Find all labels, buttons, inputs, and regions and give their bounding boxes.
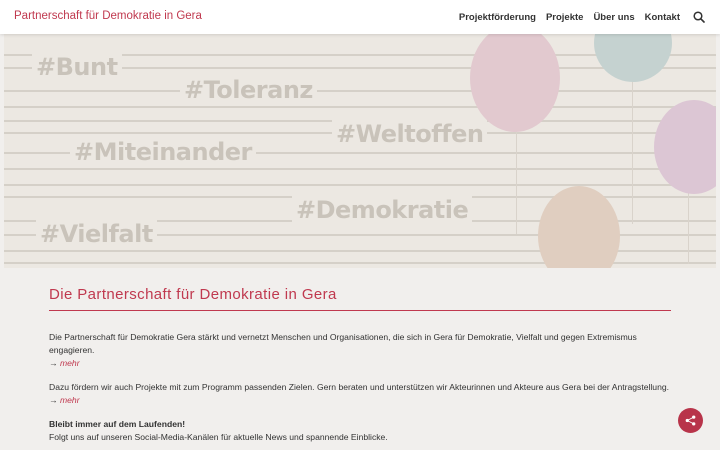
site-brand-link[interactable]: Partnerschaft für Demokratie in Gera bbox=[14, 10, 202, 22]
social-heading: Bleibt immer auf dem Laufenden! bbox=[49, 419, 186, 429]
balloon-peach bbox=[538, 186, 620, 268]
page-title: Die Partnerschaft für Demokratie in Gera bbox=[49, 286, 671, 311]
balloon-pink bbox=[470, 34, 560, 132]
social-text: Folgt uns auf unseren Social-Media-Kanäl… bbox=[49, 432, 388, 442]
intro-paragraph: Die Partnerschaft für Demokratie Gera st… bbox=[49, 331, 671, 370]
hashtag-vielfalt: #Vielfalt bbox=[36, 220, 157, 248]
balloon-teal bbox=[594, 34, 672, 82]
intro-text: Die Partnerschaft für Demokratie Gera st… bbox=[49, 332, 637, 355]
site-header: Partnerschaft für Demokratie in Gera Pro… bbox=[0, 0, 720, 34]
share-icon bbox=[685, 415, 696, 426]
social-paragraph: Bleibt immer auf dem Laufenden! Folgt un… bbox=[49, 418, 671, 444]
nav-item-projektfoerderung[interactable]: Projektförderung bbox=[459, 12, 536, 23]
funding-paragraph: Dazu fördern wir auch Projekte mit zum P… bbox=[49, 381, 671, 407]
hashtag-miteinander: #Miteinander bbox=[70, 138, 256, 166]
funding-text: Dazu fördern wir auch Projekte mit zum P… bbox=[49, 382, 670, 392]
balloon-lilac bbox=[654, 100, 716, 194]
share-button[interactable] bbox=[678, 408, 703, 433]
more-link-intro[interactable]: mehr bbox=[60, 358, 80, 368]
nav-item-projekte[interactable]: Projekte bbox=[546, 12, 584, 23]
hashtag-demokratie: #Demokratie bbox=[292, 196, 473, 224]
hashtag-toleranz: #Toleranz bbox=[180, 76, 317, 104]
main-nav: Projektförderung Projekte Über uns Konta… bbox=[449, 0, 706, 34]
arrow-icon: → bbox=[49, 395, 58, 405]
more-link-funding[interactable]: mehr bbox=[60, 395, 80, 405]
hashtag-bunt: #Bunt bbox=[32, 53, 122, 81]
main-content: Die Partnerschaft für Demokratie in Gera… bbox=[49, 286, 671, 444]
nav-item-ueber-uns[interactable]: Über uns bbox=[593, 12, 634, 23]
hashtag-weltoffen: #Weltoffen bbox=[332, 120, 488, 148]
arrow-icon: → bbox=[49, 358, 58, 368]
hero-banner: #Bunt #Toleranz #Weltoffen #Miteinander … bbox=[4, 34, 716, 268]
search-icon[interactable] bbox=[692, 10, 706, 24]
nav-item-kontakt[interactable]: Kontakt bbox=[645, 12, 680, 23]
